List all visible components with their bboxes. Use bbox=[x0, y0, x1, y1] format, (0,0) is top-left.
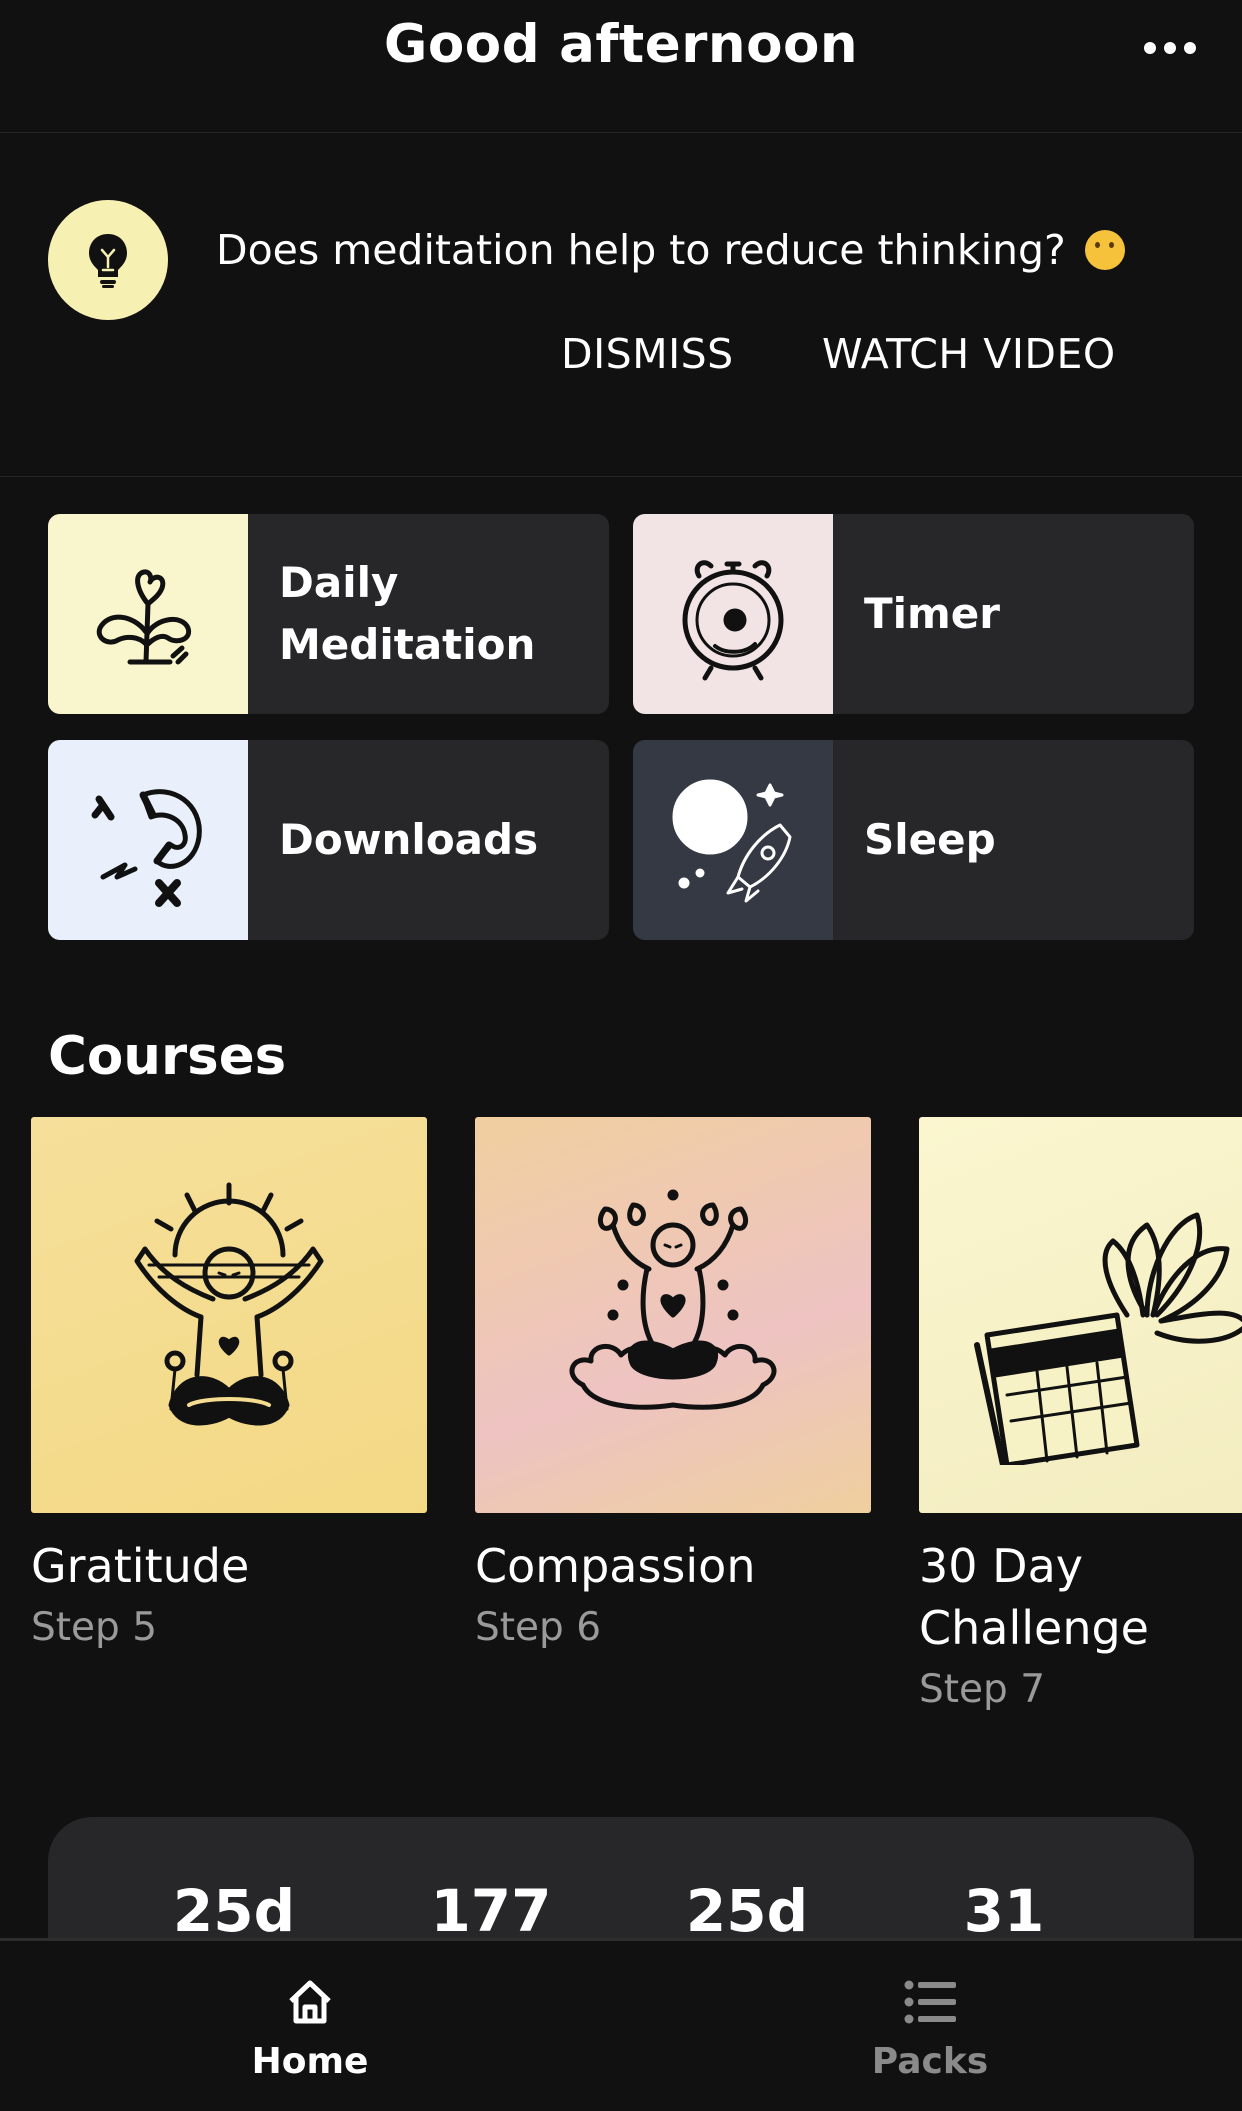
calendar-lotus-illustration bbox=[919, 1117, 1242, 1513]
course-card-gratitude[interactable]: Gratitude Step 5 bbox=[31, 1117, 427, 1650]
tile-label: Timer bbox=[864, 589, 1001, 638]
alarm-clock-icon bbox=[633, 514, 833, 714]
course-title: 30 Day Challenge bbox=[919, 1539, 1149, 1655]
nav-packs[interactable]: Packs bbox=[830, 1977, 1030, 2082]
stat-value: 177 bbox=[430, 1877, 552, 1945]
course-step: Step 6 bbox=[475, 1605, 602, 1650]
course-step: Step 7 bbox=[919, 1667, 1046, 1712]
magnet-icon bbox=[48, 740, 248, 940]
course-card-compassion[interactable]: Compassion Step 6 bbox=[475, 1117, 871, 1650]
course-title: Gratitude bbox=[31, 1539, 250, 1593]
tip-question: Does meditation help to reduce thinking? bbox=[216, 226, 1125, 274]
tip-question-text: Does meditation help to reduce thinking? bbox=[216, 226, 1066, 274]
home-icon bbox=[210, 1977, 410, 2027]
nav-home-label: Home bbox=[251, 2041, 369, 2082]
plant-heart-icon bbox=[48, 514, 248, 714]
tile-sleep[interactable]: Sleep bbox=[633, 740, 1194, 940]
more-dot-icon bbox=[1144, 42, 1156, 54]
nav-home[interactable]: Home bbox=[210, 1977, 410, 2082]
tile-timer[interactable]: Timer bbox=[633, 514, 1194, 714]
more-dot-icon bbox=[1164, 42, 1176, 54]
stat-value: 25d bbox=[685, 1877, 809, 1945]
home-screen: Good afternoon Does meditation help to r… bbox=[0, 0, 1242, 2111]
course-title: Compassion bbox=[475, 1539, 756, 1593]
course-step: Step 5 bbox=[31, 1605, 158, 1650]
dismiss-button[interactable]: DISMISS bbox=[561, 330, 734, 378]
tile-downloads[interactable]: Downloads bbox=[48, 740, 609, 940]
list-icon bbox=[830, 1977, 1030, 2027]
nav-packs-label: Packs bbox=[871, 2041, 989, 2082]
stat-value: 31 bbox=[963, 1877, 1045, 1945]
tile-label: Downloads bbox=[279, 815, 539, 864]
tile-label: Sleep bbox=[864, 815, 996, 864]
tile-label: Daily Meditation bbox=[279, 558, 536, 669]
compassion-meditation-illustration bbox=[475, 1117, 871, 1513]
more-dot-icon bbox=[1184, 42, 1196, 54]
watch-video-button[interactable]: WATCH VIDEO bbox=[822, 330, 1116, 378]
thinking-face-icon bbox=[1084, 230, 1125, 270]
more-options-button[interactable] bbox=[1144, 36, 1196, 60]
page-title: Good afternoon bbox=[383, 14, 859, 75]
header: Good afternoon bbox=[0, 0, 1242, 133]
courses-heading: Courses bbox=[48, 1026, 287, 1087]
bottom-nav: Home Packs bbox=[0, 1938, 1242, 2111]
stat-value: 25d bbox=[172, 1877, 296, 1945]
moon-rocket-icon bbox=[633, 740, 833, 940]
tile-daily-meditation[interactable]: Daily Meditation bbox=[48, 514, 609, 714]
course-card-30-day-challenge[interactable]: 30 Day Challenge Step 7 bbox=[919, 1117, 1242, 1712]
gratitude-meditation-illustration bbox=[31, 1117, 427, 1513]
tip-card: Does meditation help to reduce thinking?… bbox=[0, 134, 1242, 477]
lightbulb-icon bbox=[48, 200, 168, 320]
